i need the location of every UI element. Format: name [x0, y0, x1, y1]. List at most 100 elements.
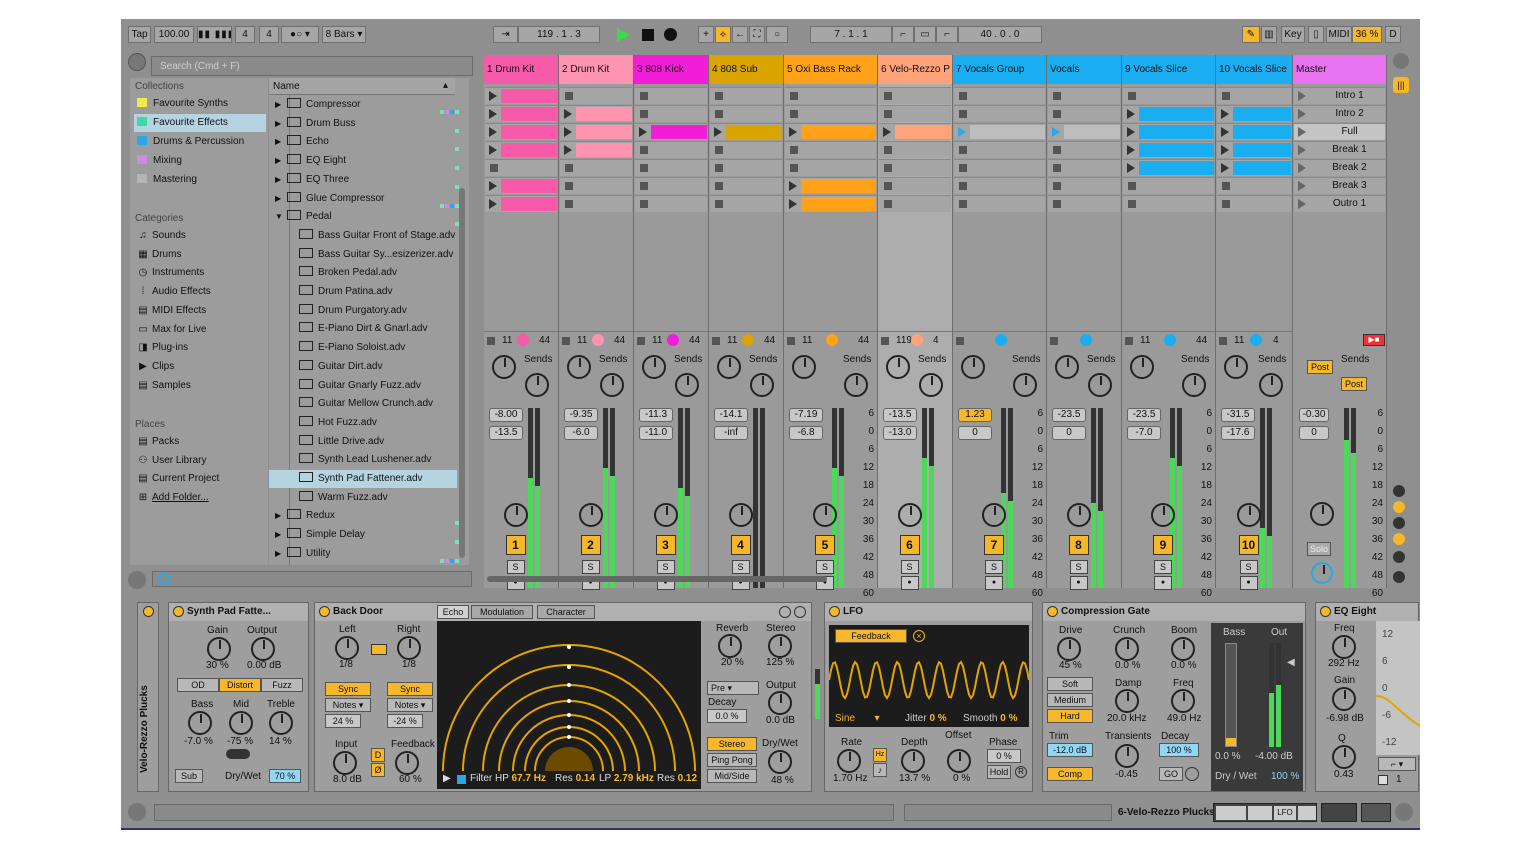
clip-slot[interactable]: [1048, 123, 1120, 140]
arm-button[interactable]: ●: [1154, 576, 1172, 590]
solo-button[interactable]: S: [1239, 560, 1258, 574]
clip-play-icon[interactable]: [789, 127, 797, 137]
collection-item[interactable]: Drums & Percussion: [134, 133, 266, 151]
clip-play-icon[interactable]: [489, 91, 497, 101]
chevron-right-icon[interactable]: ▶: [275, 526, 281, 544]
metronome-button[interactable]: ●○ ▾: [281, 26, 319, 43]
preset-item[interactable]: Drum Purgatory.adv: [269, 302, 469, 320]
stop-all-clips-button[interactable]: ▶■: [1363, 334, 1385, 346]
clip-slot[interactable]: [879, 87, 951, 104]
d-button[interactable]: D: [371, 748, 385, 762]
clip[interactable]: [576, 107, 632, 121]
track-pan[interactable]: -inf: [714, 426, 748, 440]
track-activator-button[interactable]: 5: [815, 535, 835, 555]
clip-play-icon[interactable]: [489, 109, 497, 119]
session-record-icon[interactable]: ○: [766, 26, 788, 43]
chevron-right-icon[interactable]: ▶: [275, 507, 281, 525]
preset-item[interactable]: Guitar Mellow Crunch.adv: [269, 395, 469, 413]
clip-slot[interactable]: [560, 195, 632, 212]
crunch-value[interactable]: 0.0 %: [1115, 660, 1141, 671]
echo-tab[interactable]: Echo: [437, 605, 469, 619]
overdub-icon[interactable]: +: [698, 26, 714, 43]
place-item[interactable]: ▤ Packs: [134, 433, 179, 451]
clip-play-icon[interactable]: [489, 181, 497, 191]
clip-slot[interactable]: [1123, 105, 1214, 122]
category-item[interactable]: ▤ Samples: [134, 377, 191, 395]
echo-stereo-mode-button[interactable]: Mid/Side: [707, 769, 757, 783]
preset-item[interactable]: Bass Guitar Front of Stage.adv: [269, 227, 469, 245]
feedback-knob[interactable]: [395, 751, 419, 775]
preset-item[interactable]: Bass Guitar Sy...esizerizer.adv: [269, 246, 469, 264]
send-b-knob[interactable]: [600, 373, 624, 397]
folder-item[interactable]: ▶ Compressor: [269, 96, 469, 114]
chain-thumb-a[interactable]: [1321, 803, 1357, 822]
track-color-knob-icon[interactable]: [1164, 334, 1176, 346]
clip-slot[interactable]: [710, 141, 782, 158]
send-b-knob[interactable]: [919, 373, 943, 397]
clip-slot[interactable]: [710, 87, 782, 104]
track-activator-button[interactable]: 7: [984, 535, 1004, 555]
clip-slot[interactable]: [954, 195, 1045, 212]
stop-slot-icon[interactable]: [715, 110, 723, 118]
gain-knob[interactable]: [207, 637, 231, 661]
track-pan-knob[interactable]: [503, 503, 528, 527]
note-toggle-icon[interactable]: ♪: [873, 763, 887, 777]
track-pan[interactable]: -6.8: [789, 426, 823, 440]
rate-knob[interactable]: [837, 749, 861, 773]
track-activator-button[interactable]: 6: [899, 535, 920, 555]
chevron-right-icon[interactable]: ▶: [275, 115, 281, 133]
treble-value[interactable]: 14 %: [269, 736, 292, 747]
scene-slot[interactable]: Intro 2: [1294, 105, 1385, 122]
track-color-knob-icon[interactable]: [826, 334, 838, 346]
stop-slot-icon[interactable]: [1053, 182, 1061, 190]
stop-slot-icon[interactable]: [1053, 200, 1061, 208]
stop-slot-icon[interactable]: [884, 164, 892, 172]
filter-play-icon[interactable]: ▶: [443, 773, 451, 784]
clip-play-icon[interactable]: [1221, 145, 1229, 155]
browser-search[interactable]: Search (Cmd + F): [151, 56, 473, 76]
unmap-icon[interactable]: ×: [913, 630, 925, 642]
stop-clip-icon[interactable]: [1125, 337, 1133, 345]
clip-slot[interactable]: [485, 141, 557, 158]
sync-right-button[interactable]: Sync: [387, 682, 433, 696]
folder-item[interactable]: ▶ EQ Three: [269, 171, 469, 189]
input-value[interactable]: 8.0 dB: [333, 774, 362, 785]
session-h-scrollbar[interactable]: [487, 576, 827, 582]
track-pan[interactable]: 0: [958, 426, 992, 440]
clip-slot[interactable]: [635, 159, 707, 176]
clip-slot[interactable]: [560, 123, 632, 140]
track-pan[interactable]: -6.0: [564, 426, 598, 440]
clip-slot[interactable]: [710, 105, 782, 122]
master-volume[interactable]: -0.30: [1299, 408, 1329, 422]
clip-slot[interactable]: [635, 195, 707, 212]
clip-slot[interactable]: [954, 141, 1045, 158]
detail-view-toggle-icon[interactable]: [1395, 803, 1413, 821]
clip-slot[interactable]: [785, 87, 876, 104]
stop-slot-icon[interactable]: [959, 92, 967, 100]
clip-slot[interactable]: [1048, 195, 1120, 212]
clip-slot[interactable]: [1217, 177, 1291, 194]
preset-item[interactable]: Synth Pad Fattener.adv: [269, 470, 457, 488]
folder-item[interactable]: ▶ EQ Eight: [269, 152, 469, 171]
capture-icon[interactable]: ⛶: [749, 26, 765, 43]
crunch-knob[interactable]: [1115, 637, 1139, 661]
selected-track-name[interactable]: 6-Velo-Rezzo Plucks: [1118, 807, 1215, 818]
track-header[interactable]: 6 Velo-Rezzo P: [878, 55, 952, 84]
scene-slot[interactable]: Full: [1294, 123, 1385, 140]
lfo-power-button[interactable]: [829, 606, 840, 617]
out-marker-icon[interactable]: ◀: [1287, 657, 1295, 668]
comp-knee-button[interactable]: Medium: [1047, 693, 1093, 707]
stop-slot-icon[interactable]: [959, 146, 967, 154]
eq-gain-value[interactable]: -6.98 dB: [1326, 713, 1364, 724]
back-to-arrangement-icon[interactable]: ←: [732, 26, 748, 43]
stop-slot-icon[interactable]: [884, 146, 892, 154]
stop-slot-icon[interactable]: [884, 110, 892, 118]
clip-slot[interactable]: [785, 123, 876, 140]
group-clip[interactable]: [1064, 125, 1120, 139]
track-header[interactable]: 7 Vocals Group: [953, 55, 1046, 84]
key-map-button[interactable]: Key: [1281, 26, 1305, 43]
send-a-knob[interactable]: [717, 355, 741, 379]
clip-play-icon[interactable]: [489, 199, 497, 209]
stop-slot-icon[interactable]: [565, 182, 573, 190]
chevron-right-icon[interactable]: ▶: [275, 96, 281, 114]
